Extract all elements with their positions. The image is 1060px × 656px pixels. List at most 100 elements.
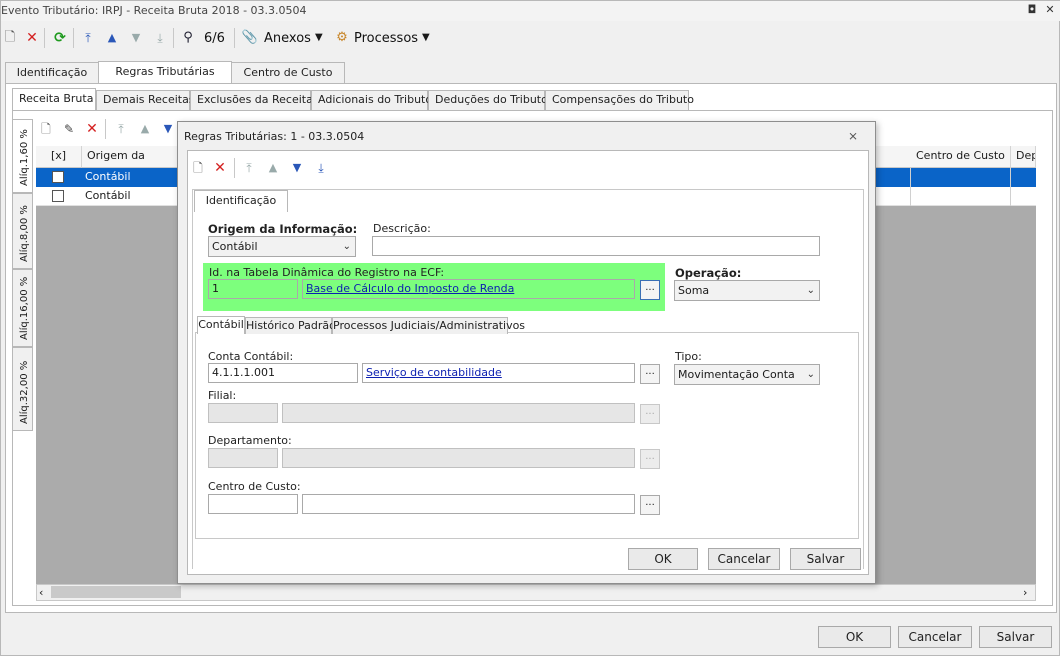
chevron-down-icon: ⌄: [342, 241, 351, 252]
tab-compensacoes-tributo[interactable]: Compensações do Tributo: [545, 90, 694, 110]
toolbar-separator: [234, 28, 235, 48]
id-ecf-lookup-button[interactable]: ...: [640, 280, 660, 300]
tab-centro-de-custo[interactable]: Centro de Custo: [231, 62, 345, 84]
id-ecf-description[interactable]: Base de Cálculo do Imposto de Renda: [302, 279, 635, 299]
restore-icon[interactable]: ◘: [1025, 3, 1039, 17]
first-icon[interactable]: ⤒: [240, 159, 258, 177]
ok-button[interactable]: OK: [818, 626, 891, 648]
grid-divider: [1010, 168, 1011, 206]
column-header-departamento[interactable]: Dep: [1011, 146, 1036, 168]
tipo-select[interactable]: Movimentação Conta ⌄: [674, 364, 820, 385]
filial-code-input: [208, 403, 278, 423]
new-rule-icon[interactable]: 🗋: [37, 120, 55, 138]
filial-label: Filial:: [208, 389, 237, 402]
chevron-down-icon: ⌄: [806, 369, 815, 380]
dialog-cancel-button[interactable]: Cancelar: [708, 548, 780, 570]
record-counter: 6/6: [204, 31, 225, 46]
dialog-ok-button[interactable]: OK: [628, 548, 698, 570]
side-tab-label: Alíq.32,00 %: [19, 360, 30, 424]
descricao-label: Descrição:: [373, 222, 431, 235]
tab-exclusoes-receita[interactable]: Exclusões da Receita: [190, 90, 313, 110]
new-icon[interactable]: 🗋: [189, 159, 207, 177]
scroll-left-icon[interactable]: ‹: [39, 586, 43, 599]
refresh-icon[interactable]: ⟳: [51, 29, 69, 47]
up-icon[interactable]: ▲: [264, 159, 282, 177]
scroll-right-icon[interactable]: ›: [1023, 586, 1027, 599]
side-tab-label: Alíq.8,00 %: [19, 205, 30, 262]
first-rule-icon[interactable]: ⤒: [112, 120, 130, 138]
centro-de-custo-description[interactable]: [302, 494, 635, 514]
id-ecf-link[interactable]: Base de Cálculo do Imposto de Renda: [306, 282, 514, 295]
new-document-icon[interactable]: 🗋: [1, 29, 19, 47]
delete-icon[interactable]: ✕: [211, 159, 229, 177]
processos-menu[interactable]: Processos: [354, 31, 418, 46]
tab-processos-judiciais[interactable]: Processos Judiciais/Administrativos: [332, 317, 525, 334]
conta-contabil-input[interactable]: 4.1.1.1.001: [208, 363, 358, 383]
tab-historico-padrao[interactable]: Histórico Padrão: [245, 317, 336, 334]
tab-adicionais-tributo[interactable]: Adicionais do Tributo: [311, 90, 432, 110]
tab-receita-bruta[interactable]: Receita Bruta: [12, 88, 96, 111]
table-row-tail: [875, 187, 1036, 206]
cancel-button[interactable]: Cancelar: [898, 626, 972, 648]
side-tab-aliq-1-60[interactable]: Alíq.1,60 %: [12, 119, 33, 193]
centro-de-custo-lookup-button[interactable]: ...: [640, 495, 660, 515]
main-window: Evento Tributário: IRPJ - Receita Bruta …: [0, 0, 1060, 656]
conta-contabil-link[interactable]: Serviço de contabilidade: [366, 366, 502, 379]
toolbar-separator: [73, 28, 74, 48]
tab-identificacao[interactable]: Identificação: [5, 62, 99, 84]
down-icon[interactable]: ▼: [288, 159, 306, 177]
grid-divider: [910, 168, 911, 206]
scrollbar-thumb[interactable]: [51, 586, 181, 598]
save-button[interactable]: Salvar: [979, 626, 1052, 648]
chevron-down-icon: ⌄: [806, 285, 815, 296]
down-rule-icon[interactable]: ▼: [159, 120, 177, 138]
operacao-select[interactable]: Soma ⌄: [674, 280, 820, 301]
main-toolbar: 🗋 ✕ ⟳ ⤒ ▲ ▼ ⤓ ⚲ 6/6 📎 Anexos ▼ ⚙ Process…: [1, 27, 1060, 53]
chevron-down-icon[interactable]: ▼: [315, 32, 323, 43]
previous-record-icon[interactable]: ▲: [103, 29, 121, 47]
column-header-centro-de-custo[interactable]: Centro de Custo: [875, 146, 1011, 168]
anexos-menu[interactable]: Anexos: [264, 31, 311, 46]
tab-dialog-identificacao[interactable]: Identificação: [194, 190, 288, 212]
tab-demais-receitas[interactable]: Demais Receitas: [96, 90, 195, 110]
next-record-icon[interactable]: ▼: [127, 29, 145, 47]
column-header-origem[interactable]: Origem da: [82, 146, 182, 168]
horizontal-scrollbar[interactable]: [36, 584, 1036, 601]
conta-contabil-description[interactable]: Serviço de contabilidade: [362, 363, 635, 383]
row-checkbox[interactable]: [52, 171, 64, 183]
close-icon[interactable]: ✕: [1043, 3, 1057, 17]
departamento-code-input: [208, 448, 278, 468]
id-ecf-input[interactable]: 1: [208, 279, 298, 299]
row-checkbox[interactable]: [52, 190, 64, 202]
delete-icon[interactable]: ✕: [23, 29, 41, 47]
last-record-icon[interactable]: ⤓: [151, 29, 169, 47]
binoculars-icon[interactable]: ⚲: [179, 29, 197, 47]
tab-deducoes-tributo[interactable]: Deduções do Tributo: [428, 90, 548, 110]
toolbar-separator: [173, 28, 174, 48]
side-tab-label: Alíq.1,60 %: [19, 129, 30, 186]
first-record-icon[interactable]: ⤒: [79, 29, 97, 47]
filial-description: [282, 403, 635, 423]
dialog-close-icon[interactable]: ⨯: [848, 129, 858, 143]
tab-regras-tributarias[interactable]: Regras Tributárias: [98, 61, 232, 84]
centro-de-custo-code-input[interactable]: [208, 494, 298, 514]
table-row-selected-tail: [875, 168, 1036, 187]
origem-value: Contábil: [212, 240, 258, 253]
side-tab-label: Alíq.16,00 %: [19, 276, 30, 340]
dialog-save-button[interactable]: Salvar: [790, 548, 861, 570]
last-icon[interactable]: ⤓: [312, 159, 330, 177]
side-tab-aliq-16-00[interactable]: Alíq.16,00 %: [12, 269, 33, 347]
title-bar: Evento Tributário: IRPJ - Receita Bruta …: [1, 1, 1060, 21]
operacao-label: Operação:: [675, 266, 742, 280]
column-header-check[interactable]: [x]: [36, 146, 82, 168]
side-tab-aliq-8-00[interactable]: Alíq.8,00 %: [12, 193, 33, 269]
side-tab-aliq-32-00[interactable]: Alíq.32,00 %: [12, 347, 33, 431]
up-rule-icon[interactable]: ▲: [136, 120, 154, 138]
edit-icon[interactable]: ✎: [60, 120, 78, 138]
chevron-down-icon[interactable]: ▼: [422, 32, 430, 43]
conta-lookup-button[interactable]: ...: [640, 364, 660, 384]
tab-contabil[interactable]: Contábil: [197, 316, 245, 334]
descricao-input[interactable]: [372, 236, 820, 256]
delete-rule-icon[interactable]: ✕: [83, 120, 101, 138]
origem-select[interactable]: Contábil ⌄: [208, 236, 356, 257]
